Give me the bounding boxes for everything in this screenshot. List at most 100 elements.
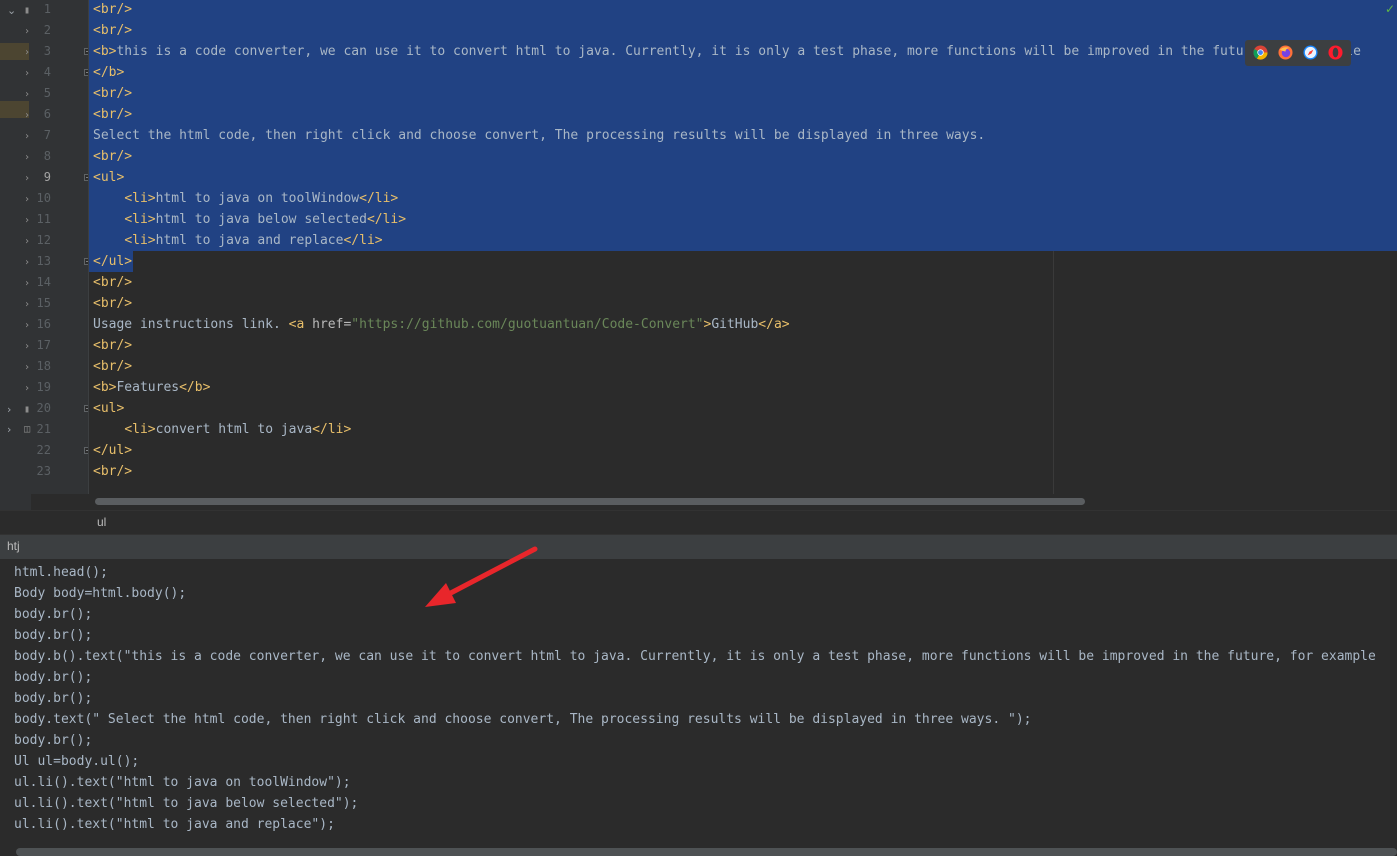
chrome-icon[interactable] xyxy=(1253,45,1268,60)
tree-item-icon: › xyxy=(24,131,31,142)
code-line[interactable]: <br/> xyxy=(93,356,132,377)
tree-row[interactable]: › xyxy=(0,21,31,42)
scrollbar-thumb[interactable] xyxy=(16,848,1397,856)
line-number: 23 xyxy=(36,464,51,478)
code-line[interactable]: <li>convert html to java</li> xyxy=(93,419,351,440)
code-line[interactable]: <br/> xyxy=(93,272,132,293)
line-number: 2 xyxy=(43,23,51,37)
code-token: convert html to java xyxy=(155,422,313,437)
chevron-right-icon[interactable]: › xyxy=(7,399,11,420)
code-editor[interactable]: <br/> <br/> <b>this is a code converter, w… xyxy=(89,0,1397,494)
tree-row[interactable]: › ◫ xyxy=(0,419,31,440)
code-line[interactable]: Select the html code, then right click a… xyxy=(93,125,985,146)
code-token: Select the html code, then right click a… xyxy=(93,128,986,143)
tree-row[interactable]: › xyxy=(0,42,31,63)
output-line: Ul ul=body.ul(); xyxy=(14,754,140,769)
line-number: 8 xyxy=(43,149,51,163)
code-line[interactable]: <br/> xyxy=(93,335,132,356)
output-horizontal-scrollbar[interactable] xyxy=(0,846,1397,856)
line-number: 7 xyxy=(43,128,51,142)
code-token: <li> xyxy=(124,422,156,437)
output-line: body.br(); xyxy=(14,628,93,643)
tree-row[interactable]: › xyxy=(0,231,31,252)
code-token: <li> xyxy=(124,191,156,206)
output-line: ul.li().text("html to java on toolWindow… xyxy=(14,775,351,790)
tree-row[interactable]: › xyxy=(0,357,31,378)
tree-row[interactable]: › xyxy=(0,147,31,168)
scrollbar-thumb[interactable] xyxy=(95,498,1085,505)
code-line[interactable]: <br/> xyxy=(93,461,132,482)
editor-horizontal-scrollbar[interactable] xyxy=(89,494,1397,510)
breadcrumb-item[interactable]: ul xyxy=(97,515,106,529)
firefox-icon[interactable] xyxy=(1278,45,1293,60)
code-token: </li> xyxy=(359,191,399,206)
selection-highlight xyxy=(89,0,1397,20)
code-line[interactable]: </b> xyxy=(93,62,124,83)
line-number: 9 xyxy=(43,170,51,184)
code-line[interactable]: <li>html to java on toolWindow</li> xyxy=(93,188,398,209)
code-token: </a> xyxy=(758,317,790,332)
code-token: Features xyxy=(116,380,180,395)
output-line: body.b().text("this is a code converter,… xyxy=(14,649,1376,664)
tree-item-icon: › xyxy=(24,152,31,163)
opera-icon[interactable] xyxy=(1328,45,1343,60)
selection-highlight xyxy=(89,146,1397,167)
code-line[interactable]: </ul> xyxy=(93,440,132,461)
code-token: </li> xyxy=(343,233,383,248)
code-line[interactable]: <li>html to java and replace</li> xyxy=(93,230,383,251)
tree-item-icon: › xyxy=(24,236,31,247)
tree-item-icon: › xyxy=(24,68,31,79)
code-line[interactable]: <br/> xyxy=(93,293,132,314)
code-line[interactable]: <br/> xyxy=(93,0,132,20)
tree-row[interactable]: › xyxy=(0,252,31,273)
tool-window-output[interactable]: html.head(); Body body=html.body(); body.b… xyxy=(0,559,1397,846)
code-line[interactable]: <br/> xyxy=(93,146,132,167)
code-line[interactable]: <br/> xyxy=(93,104,132,125)
line-number-gutter: 1 2 3 4 5 6 7 8 9 10 11 12 13 14 15 16 17 18 19 20 21 22 23 xyxy=(31,0,91,494)
tree-item-icon: › xyxy=(24,110,31,121)
code-token: <a xyxy=(288,317,313,332)
code-line[interactable]: </ul> xyxy=(93,251,132,272)
output-line: body.br(); xyxy=(14,733,93,748)
tree-row[interactable]: › xyxy=(0,126,31,147)
code-line[interactable]: <li>html to java below selected</li> xyxy=(93,209,406,230)
tree-row[interactable]: › xyxy=(0,168,31,189)
output-line: html.head(); xyxy=(14,565,108,580)
tree-row[interactable]: › xyxy=(0,273,31,294)
chevron-down-icon[interactable]: ⌄ xyxy=(7,0,16,21)
tree-row[interactable]: › xyxy=(0,105,31,126)
line-number: 15 xyxy=(36,296,51,310)
code-line[interactable]: Usage instructions link. <a href="https:… xyxy=(93,314,790,335)
tree-row[interactable]: › xyxy=(0,378,31,399)
code-token: <br/> xyxy=(93,107,133,122)
tree-row[interactable]: › xyxy=(0,210,31,231)
breadcrumb: ul xyxy=(0,510,1397,535)
folder-icon: ▮ xyxy=(24,5,31,16)
code-line[interactable]: <b>this is a code converter, we can use … xyxy=(93,41,1361,62)
safari-icon[interactable] xyxy=(1303,45,1318,60)
code-line[interactable]: <ul> xyxy=(93,167,124,188)
chevron-right-icon[interactable]: › xyxy=(7,419,11,440)
tree-row[interactable]: › xyxy=(0,294,31,315)
code-line[interactable]: <br/> xyxy=(93,83,132,104)
output-line: ul.li().text("html to java and replace")… xyxy=(14,817,335,832)
code-line[interactable]: <b>Features</b> xyxy=(93,377,210,398)
tree-row[interactable]: ⌄ ▮ xyxy=(0,0,31,21)
tree-row[interactable]: › xyxy=(0,336,31,357)
code-line[interactable]: <br/> xyxy=(93,20,132,41)
tree-row[interactable]: › ▮ xyxy=(0,399,31,420)
line-number: 13 xyxy=(36,254,51,268)
code-token: <br/> xyxy=(93,464,133,479)
tree-row[interactable]: › xyxy=(0,315,31,336)
code-token: </ul> xyxy=(93,443,133,458)
code-token: html to java and replace xyxy=(155,233,344,248)
tool-window-title[interactable]: htj xyxy=(7,539,20,553)
code-line[interactable]: <ul> xyxy=(93,398,124,419)
tree-row[interactable]: › xyxy=(0,63,31,84)
line-number: 12 xyxy=(36,233,51,247)
tree-row[interactable]: › xyxy=(0,189,31,210)
selection-highlight xyxy=(89,104,1397,125)
tree-item-icon: › xyxy=(24,173,31,184)
